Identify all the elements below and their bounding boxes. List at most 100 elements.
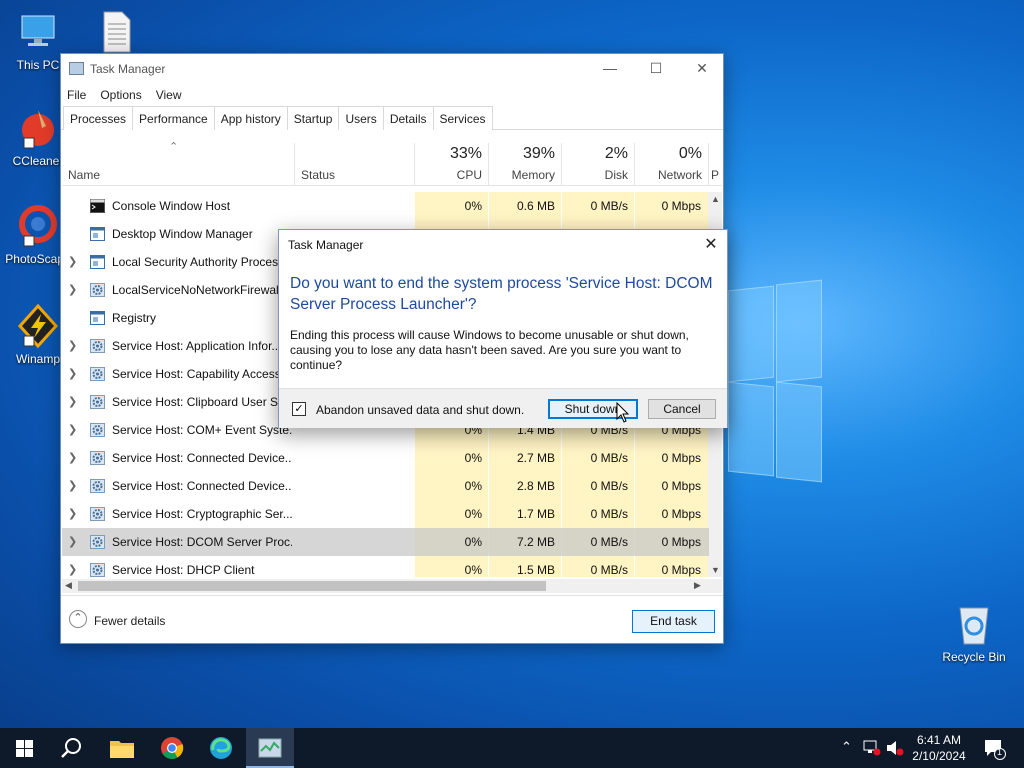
tray-overflow-button[interactable]: ⌃ [838,728,858,768]
close-button[interactable]: ✕ [679,54,725,84]
column-header-power[interactable]: P [709,143,722,185]
fewer-details-link[interactable]: Fewer details [94,614,165,628]
abandon-data-label[interactable]: Abandon unsaved data and shut down. [316,403,524,417]
process-row[interactable]: ❯ Service Host: Cryptographic Ser... 0% 1.7… [62,500,709,528]
title-bar[interactable]: Task Manager — ☐ ✕ [61,54,723,84]
process-memory: 2.8 MB [516,479,555,493]
gear-icon [90,479,105,493]
mouse-cursor-icon [616,402,630,423]
menu-options[interactable]: Options [100,88,141,102]
process-row[interactable]: Console Window Host 0% 0.6 MB 0 MB/s 0 Mbps [62,192,709,220]
chevron-right-icon[interactable]: ❯ [68,395,77,408]
column-header-disk[interactable]: 2% Disk [562,143,635,185]
process-disk: 0 MB/s [590,563,628,577]
process-name: Service Host: Connected Device... [112,451,292,465]
tab-details[interactable]: Details [382,106,434,130]
menu-view[interactable]: View [156,88,182,102]
horizontal-scrollbar[interactable]: ◀ ▶ [62,579,722,593]
process-network: 0 Mbps [661,563,701,577]
chevron-right-icon[interactable]: ❯ [68,283,77,296]
tab-app-history[interactable]: App history [213,106,288,130]
desktop-icon-label: Recycle Bin [942,650,1006,664]
desktop-icon-file[interactable] [78,10,154,58]
process-name: Registry [112,311,157,325]
taskbar-task-manager[interactable] [246,728,294,768]
process-name: Service Host: Capability Access [112,367,281,381]
process-cpu: 0% [464,451,482,465]
process-name: LocalServiceNoNetworkFirewall [112,283,282,297]
tab-processes[interactable]: Processes [63,106,134,130]
scroll-right-icon[interactable]: ▶ [694,580,701,591]
chevron-right-icon[interactable]: ❯ [68,535,77,548]
process-row[interactable]: ❯ Service Host: Connected Device... 0% 2.8 … [62,472,709,500]
dialog-close-button[interactable]: ✕ [695,230,727,260]
process-name: Service Host: Connected Device... [112,479,292,493]
console-icon [90,199,105,213]
gear-icon [90,283,105,297]
column-header-name[interactable]: ⌃ Name [62,141,295,185]
maximize-button[interactable]: ☐ [633,54,679,84]
abandon-data-checkbox[interactable]: ✓ [292,402,306,416]
tab-users[interactable]: Users [338,106,384,130]
process-row[interactable]: ❯ Service Host: DCOM Server Proc... 0% 7.2 … [62,528,709,556]
recycle-bin-icon [952,602,996,646]
taskbar-edge[interactable] [197,728,245,768]
gear-icon [90,395,105,409]
process-row[interactable]: ❯ Service Host: Connected Device... 0% 2.7 … [62,444,709,472]
sort-up-icon: ⌃ [169,141,179,153]
chevron-up-circle-icon[interactable]: ⌃ [69,610,87,628]
process-cpu: 0% [464,199,482,213]
computer-icon [16,10,60,54]
chevron-right-icon[interactable]: ❯ [68,507,77,520]
chevron-right-icon[interactable]: ❯ [68,451,77,464]
network-tray-button[interactable] [860,728,882,768]
process-disk: 0 MB/s [590,507,628,521]
document-icon [94,10,138,54]
chevron-right-icon[interactable]: ❯ [68,339,77,352]
taskbar: ⌃ 6:41 AM 2/10/2024 1 [0,728,1024,768]
dialog-body-text: Ending this process will cause Windows t… [290,328,689,372]
gear-icon [90,367,105,381]
notification-count: 1 [997,747,1003,757]
chevron-right-icon[interactable]: ❯ [68,255,77,268]
scroll-down-icon[interactable]: ▼ [711,565,720,575]
tab-services[interactable]: Services [432,106,493,130]
column-header-status[interactable]: Status [295,143,415,185]
minimize-button[interactable]: — [587,54,633,84]
scroll-up-icon[interactable]: ▲ [711,194,720,204]
column-header-memory[interactable]: 39% Memory [489,143,562,185]
process-row[interactable]: ❯ Service Host: DHCP Client 0% 1.5 MB 0 MB/s… [62,556,709,577]
cancel-button[interactable]: Cancel [648,399,716,419]
process-name: Service Host: Clipboard User Ser [112,395,289,409]
chrome-icon [161,737,184,759]
column-header-row: ⌃ Name Status 33% CPU 39% Memory 2% Disk… [62,141,722,186]
window-icon [90,255,105,269]
chevron-right-icon[interactable]: ❯ [68,423,77,436]
end-task-button[interactable]: End task [632,610,715,633]
process-grid: ⌃ Name Status 33% CPU 39% Memory 2% Disk… [62,141,722,577]
desktop-icon-recycle-bin[interactable]: Recycle Bin [936,602,1012,664]
start-button[interactable] [0,728,48,768]
chevron-right-icon[interactable]: ❯ [68,479,77,492]
taskbar-chrome[interactable] [148,728,196,768]
chevron-right-icon[interactable]: ❯ [68,563,77,576]
tab-startup[interactable]: Startup [286,106,340,130]
taskbar-clock[interactable]: 6:41 AM 2/10/2024 [898,732,980,764]
search-button[interactable] [48,728,96,768]
menu-file[interactable]: File [67,88,86,102]
taskbar-file-explorer[interactable] [98,728,146,768]
gear-icon [90,563,105,577]
process-disk: 0 MB/s [590,451,628,465]
scrollbar-thumb[interactable] [78,581,546,591]
checkmark-icon: ✓ [294,403,304,415]
tab-bar: Processes Performance App history Startu… [61,106,723,130]
column-header-cpu[interactable]: 33% CPU [415,143,489,185]
column-header-network[interactable]: 0% Network [635,143,709,185]
task-manager-icon [258,738,282,758]
clock-time: 6:41 AM [916,733,962,747]
action-center-button[interactable]: 1 [980,728,1010,768]
scroll-left-icon[interactable]: ◀ [65,580,72,591]
tab-performance[interactable]: Performance [132,106,215,130]
chevron-right-icon[interactable]: ❯ [68,367,77,380]
notification-icon [985,740,1006,760]
